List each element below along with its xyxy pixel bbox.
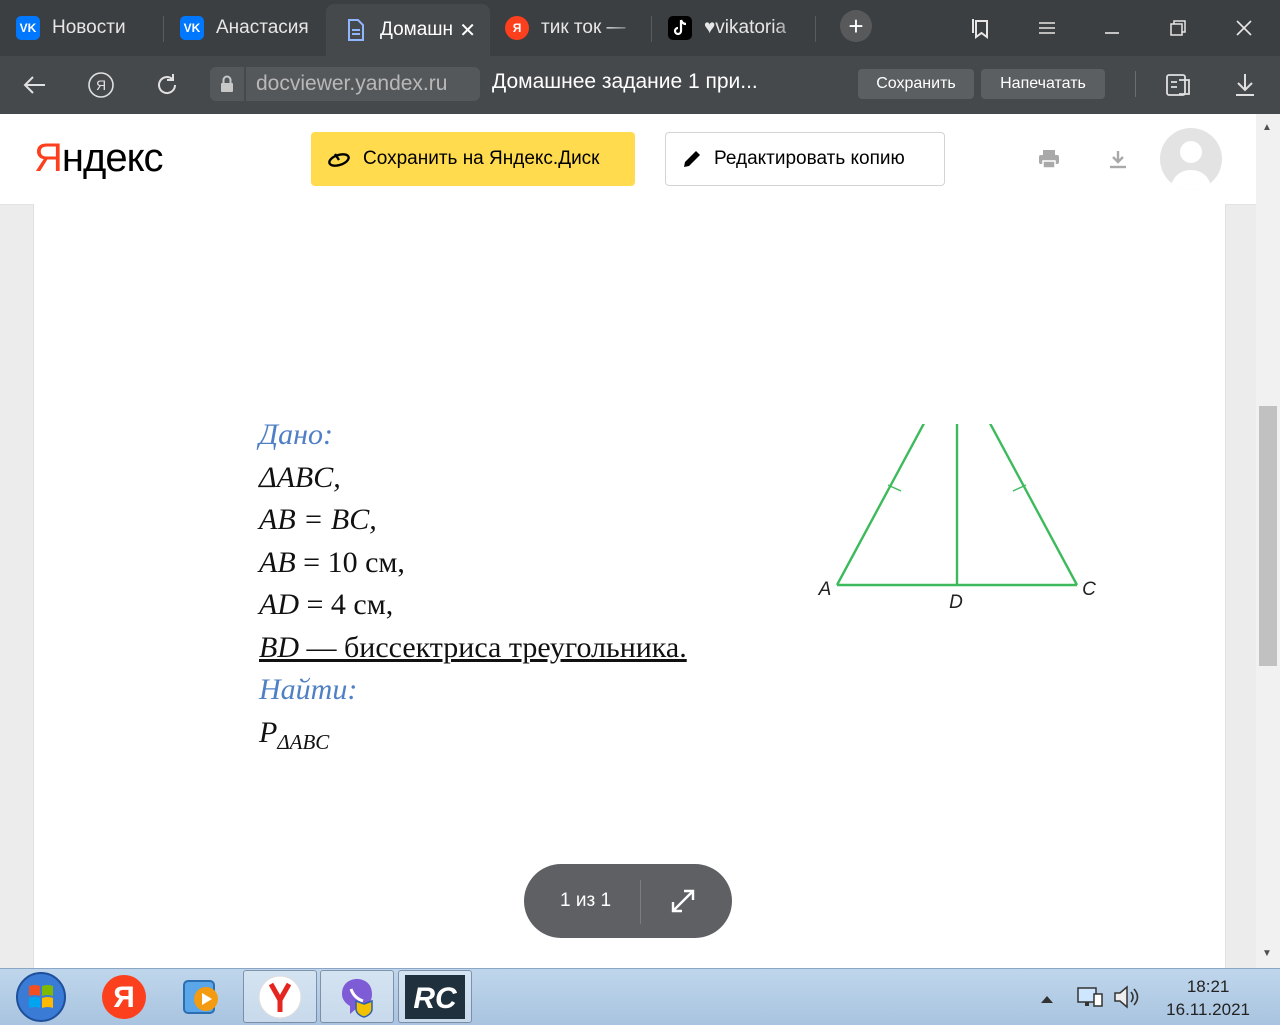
label-c: C xyxy=(1082,579,1096,600)
start-button[interactable] xyxy=(4,970,78,1023)
avatar[interactable] xyxy=(1160,128,1222,190)
page-counter: 1 из 1 xyxy=(560,890,612,911)
media-player-icon xyxy=(183,979,218,1014)
given-line-2: AB = BC, xyxy=(259,503,377,536)
logo-text: ндекс xyxy=(61,136,164,180)
scroll-down-icon[interactable]: ▼ xyxy=(1262,948,1272,959)
url-field[interactable]: docviewer.yandex.ru xyxy=(246,67,480,101)
find-title: Найти: xyxy=(259,673,358,706)
scrollbar-thumb[interactable] xyxy=(1259,406,1277,666)
document-icon xyxy=(344,18,368,42)
save-to-disk-label: Сохранить на Яндекс.Диск xyxy=(363,148,600,169)
tab-novosti[interactable]: VK Новости xyxy=(16,8,158,48)
clock-date: 16.11.2021 xyxy=(1166,1000,1250,1019)
edit-copy-button[interactable]: Редактировать копию xyxy=(665,132,945,186)
side-ab xyxy=(835,424,925,586)
given-line-3-var: AB xyxy=(259,545,296,579)
pencil-icon xyxy=(682,149,702,169)
given-line-5-var: BD xyxy=(259,630,299,664)
download-doc-icon[interactable] xyxy=(1105,146,1131,172)
problem-statement: Дано: ΔABC, AB = BC, AB = 10 см, AD = 4 … xyxy=(259,414,687,763)
back-arrow-icon[interactable] xyxy=(18,68,52,102)
find-sub: ΔABC xyxy=(277,729,330,754)
svg-text:Я: Я xyxy=(113,981,135,1014)
lock-icon[interactable] xyxy=(210,67,244,101)
toolbar-divider xyxy=(1135,71,1136,97)
browser-tab-bar: VK Новости VK Анастасия Домашнее ✕ Я тик… xyxy=(0,0,1280,56)
given-line-1: ΔABC, xyxy=(259,460,341,494)
close-tab-icon[interactable]: ✕ xyxy=(459,18,476,43)
windows-taskbar: Я RC 18:21 16.11.2021 xyxy=(0,968,1280,1025)
clock-time: 18:21 xyxy=(1186,977,1230,996)
document-viewer: Яндекс Сохранить на Яндекс.Диск Редактир… xyxy=(0,114,1256,968)
yandex-logo[interactable]: Яндекс xyxy=(34,136,164,181)
tab-label: Домашнее xyxy=(380,19,452,40)
vk-icon: VK xyxy=(16,16,40,40)
collections-icon[interactable] xyxy=(965,12,997,44)
tab-divider xyxy=(815,16,816,42)
windows-logo-icon xyxy=(16,971,66,1022)
network-icon[interactable] xyxy=(1076,984,1104,1015)
yandex-icon: Я xyxy=(505,16,529,40)
save-to-disk-button[interactable]: Сохранить на Яндекс.Диск xyxy=(311,132,635,186)
tab-label: Новости xyxy=(52,17,126,38)
triangle-diagram: B A C D xyxy=(818,424,1096,613)
tab-fade xyxy=(610,10,640,46)
rc-app-icon: RC xyxy=(405,974,465,1019)
viewer-header: Яндекс Сохранить на Яндекс.Диск Редактир… xyxy=(0,114,1256,205)
tiktok-icon xyxy=(668,16,692,40)
system-clock[interactable]: 18:21 16.11.2021 xyxy=(1166,975,1250,1021)
page-title: Домашнее задание 1 при... xyxy=(492,70,758,93)
taskbar-yandex[interactable]: Я xyxy=(87,970,161,1023)
given-line-4-var: AD xyxy=(259,588,299,621)
print-button[interactable]: Напечатать xyxy=(981,69,1105,99)
svg-text:Я: Я xyxy=(96,77,106,93)
viber-icon xyxy=(342,978,373,1018)
svg-text:RC: RC xyxy=(413,982,458,1015)
find-main: P xyxy=(259,715,278,749)
tab-label: Анастасия xyxy=(216,17,309,38)
page-indicator: 1 из 1 xyxy=(524,864,732,938)
print-icon[interactable] xyxy=(1036,146,1062,172)
yandex-home-icon[interactable]: Я xyxy=(84,68,118,102)
download-icon[interactable] xyxy=(1228,68,1262,102)
volume-icon[interactable] xyxy=(1112,985,1140,1014)
label-d: D xyxy=(949,592,963,613)
yandex-browser-icon xyxy=(258,975,302,1018)
tab-anastasia[interactable]: VK Анастасия xyxy=(180,8,310,48)
edit-copy-label: Редактировать копию xyxy=(714,148,905,169)
pager-divider xyxy=(640,880,641,924)
save-button[interactable]: Сохранить xyxy=(858,69,974,99)
taskbar-viber[interactable] xyxy=(320,970,394,1023)
extensions-icon[interactable] xyxy=(1162,68,1196,102)
vertical-scrollbar[interactable]: ▲ ▼ xyxy=(1256,114,1280,968)
given-line-3-rest: = 10 см, xyxy=(295,545,405,579)
menu-icon[interactable] xyxy=(1031,12,1063,44)
taskbar-rc-app[interactable]: RC xyxy=(398,970,472,1023)
tab-divider xyxy=(163,16,164,42)
given-title: Дано: xyxy=(259,418,333,451)
tab-homework-active[interactable]: Домашнее ✕ xyxy=(326,4,490,56)
restore-icon[interactable] xyxy=(1162,12,1194,44)
show-hidden-icons-icon[interactable] xyxy=(1040,991,1054,1009)
taskbar-media-player[interactable] xyxy=(165,970,239,1023)
reload-icon[interactable] xyxy=(150,68,184,102)
label-a: A xyxy=(818,579,832,600)
tab-fade xyxy=(774,10,804,46)
fullscreen-icon[interactable] xyxy=(670,888,696,919)
tab-divider xyxy=(651,16,652,42)
given-line-4-rest: = 4 см, xyxy=(299,588,394,621)
close-window-icon[interactable] xyxy=(1228,12,1260,44)
logo-letter: Я xyxy=(34,136,63,180)
document-page: Дано: ΔABC, AB = BC, AB = 10 см, AD = 4 … xyxy=(33,204,1226,968)
minimize-icon[interactable] xyxy=(1096,12,1128,44)
scroll-up-icon[interactable]: ▲ xyxy=(1262,122,1272,133)
yandex-app-icon: Я xyxy=(102,974,146,1019)
disk-icon xyxy=(327,150,351,168)
new-tab-button[interactable]: + xyxy=(840,10,872,42)
vk-icon: VK xyxy=(180,16,204,40)
taskbar-yandex-browser[interactable] xyxy=(243,970,317,1023)
given-line-5-rest: — биссектриса треугольника. xyxy=(299,630,687,664)
side-bc xyxy=(989,424,1079,586)
